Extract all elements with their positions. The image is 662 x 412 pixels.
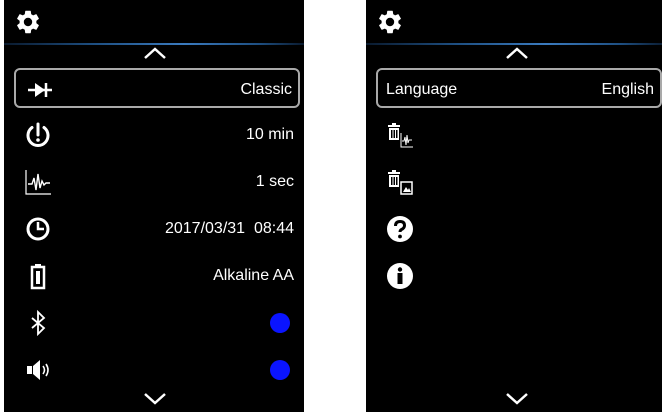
gear-icon — [379, 10, 401, 34]
sampling-value: 1 sec — [255, 173, 294, 190]
speaker-icon — [27, 360, 49, 380]
sampling-setting-row[interactable]: 1 sec — [14, 162, 300, 202]
settings-screen-left: Classic 10 min 1 sec 2017/03/31 08:44 Al… — [4, 0, 304, 412]
header-separator — [4, 43, 304, 45]
language-label: Language — [386, 81, 458, 98]
delete-logs-row[interactable] — [376, 115, 662, 155]
chevron-up-icon[interactable] — [142, 46, 168, 60]
language-value: English — [601, 81, 654, 98]
help-icon — [387, 216, 413, 242]
bluetooth-setting-row[interactable] — [14, 303, 300, 343]
diode-icon — [28, 83, 52, 97]
header-separator — [366, 43, 662, 45]
battery-icon — [30, 264, 46, 290]
info-icon — [387, 263, 413, 289]
info-row[interactable] — [376, 256, 662, 296]
mode-value: Classic — [240, 81, 292, 98]
power-timer-icon — [26, 122, 50, 147]
gear-icon — [17, 10, 39, 34]
bluetooth-toggle[interactable] — [270, 313, 290, 333]
chevron-down-icon[interactable] — [504, 392, 530, 406]
delete-waveform-icon — [388, 123, 413, 148]
delete-images-row[interactable] — [376, 162, 662, 202]
bluetooth-icon — [31, 309, 46, 337]
auto-off-setting-row[interactable]: 10 min — [14, 115, 300, 155]
language-setting-row[interactable]: Language English — [376, 68, 662, 108]
date-time-value: 2017/03/31 08:44 — [164, 220, 294, 237]
chevron-up-icon[interactable] — [504, 46, 530, 60]
sound-toggle[interactable] — [270, 360, 290, 380]
help-row[interactable] — [376, 209, 662, 249]
waveform-icon — [25, 170, 51, 195]
battery-value: Alkaline AA — [213, 267, 294, 284]
settings-screen-right: Language English — [366, 0, 662, 412]
sound-setting-row[interactable] — [14, 350, 300, 390]
battery-setting-row[interactable]: Alkaline AA — [14, 256, 300, 296]
delete-image-icon — [388, 170, 413, 195]
chevron-down-icon[interactable] — [142, 392, 168, 406]
clock-icon — [26, 217, 50, 241]
mode-setting-row[interactable]: Classic — [14, 68, 300, 108]
date-time-setting-row[interactable]: 2017/03/31 08:44 — [14, 209, 300, 249]
auto-off-value: 10 min — [245, 126, 294, 143]
